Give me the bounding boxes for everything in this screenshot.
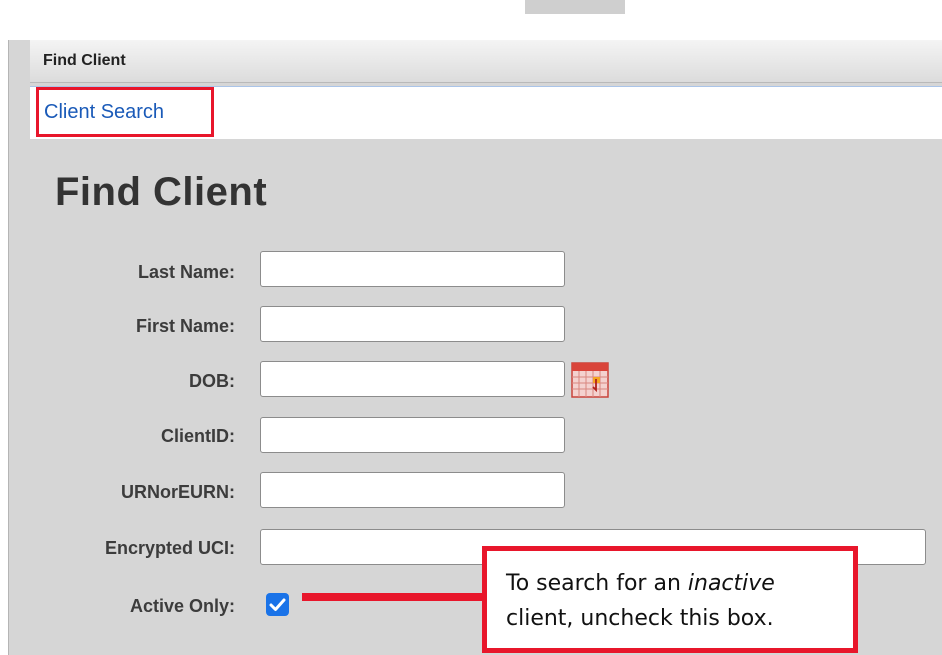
top-tab-edge <box>525 0 625 14</box>
callout-text-before: To search for an <box>506 571 688 596</box>
callout-connector <box>302 593 486 601</box>
dob-label: DOB: <box>189 371 235 391</box>
instruction-callout: To search for an inactive client, unchec… <box>482 546 858 653</box>
checkmark-icon <box>269 598 286 611</box>
calendar-icon[interactable] <box>571 362 609 398</box>
panel-header: Find Client <box>30 40 942 83</box>
last-name-label: Last Name: <box>137 262 235 282</box>
first-name-label: First Name: <box>135 316 235 336</box>
active-only-checkbox[interactable] <box>266 593 289 616</box>
client-id-field[interactable] <box>260 417 565 453</box>
first-name-field[interactable] <box>260 306 565 342</box>
panel-header-title: Find Client <box>43 52 126 69</box>
last-name-field[interactable] <box>260 251 565 287</box>
urn-field[interactable] <box>260 472 565 508</box>
client-id-label: ClientID: <box>161 426 235 446</box>
active-only-label: Active Only: <box>129 596 235 616</box>
callout-text-after: client, uncheck this box. <box>506 606 774 631</box>
page-title: Find Client <box>55 170 268 214</box>
client-search-link[interactable]: Client Search <box>44 101 164 124</box>
callout-emphasis: inactive <box>687 571 775 596</box>
top-strip <box>0 0 942 40</box>
encrypted-uci-label: Encrypted UCI: <box>104 538 235 558</box>
urn-label: URNorEURN: <box>121 482 235 502</box>
dob-field[interactable] <box>260 361 565 397</box>
